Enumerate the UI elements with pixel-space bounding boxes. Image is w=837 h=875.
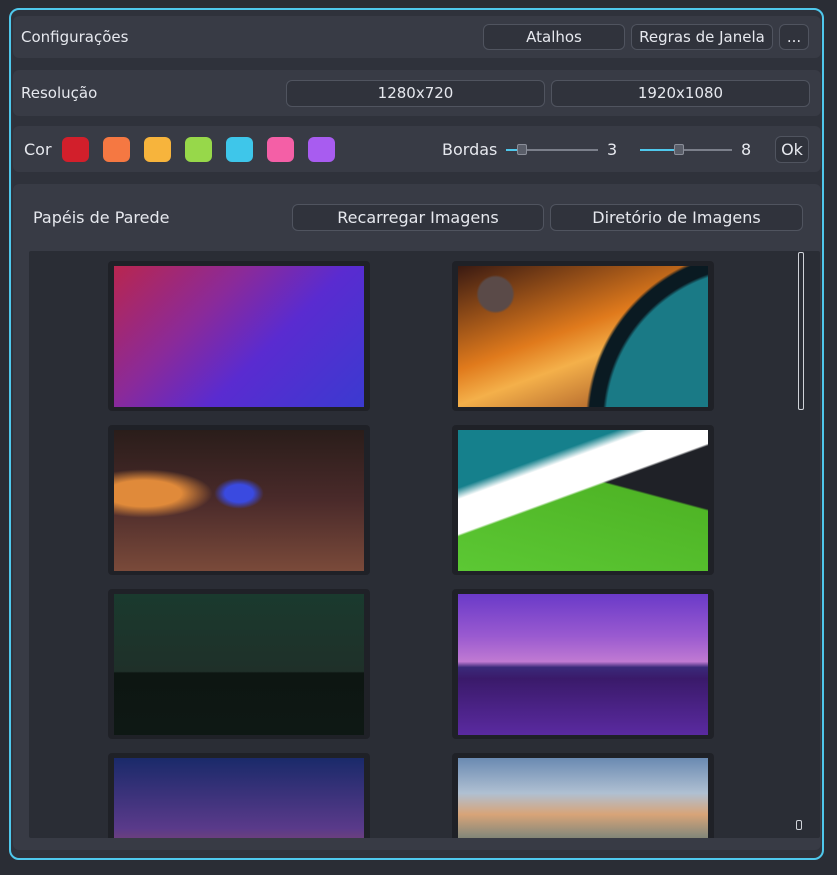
- border-radius-slider-fill: [640, 149, 679, 151]
- wallpaper-thumbnail[interactable]: [108, 425, 370, 575]
- color-swatch[interactable]: [267, 137, 294, 162]
- wallpaper-thumbnail[interactable]: [452, 589, 714, 739]
- wallpaper-image: [458, 266, 708, 407]
- wallpapers-label: Papéis de Parede: [33, 208, 170, 227]
- wallpaper-image: [114, 430, 364, 571]
- color-label: Cor: [24, 140, 52, 159]
- color-swatch[interactable]: [62, 137, 89, 162]
- page-title: Configurações: [21, 28, 129, 46]
- shortcuts-button[interactable]: Atalhos: [483, 24, 625, 50]
- border-width-slider[interactable]: [516, 144, 527, 155]
- color-swatch[interactable]: [226, 137, 253, 162]
- border-radius-value: 8: [741, 140, 752, 159]
- color-swatch[interactable]: [185, 137, 212, 162]
- wallpaper-image: [458, 594, 708, 735]
- gallery-scrollbar-end: [796, 820, 802, 830]
- wallpaper-thumbnail[interactable]: [108, 261, 370, 411]
- wallpaper-image: [114, 266, 364, 407]
- resolution-1080-button[interactable]: 1920x1080: [551, 80, 810, 107]
- window-rules-button[interactable]: Regras de Janela: [631, 24, 773, 50]
- reload-images-button[interactable]: Recarregar Imagens: [292, 204, 544, 231]
- color-swatch[interactable]: [144, 137, 171, 162]
- resolution-720-button[interactable]: 1280x720: [286, 80, 545, 107]
- ok-button[interactable]: Ok: [775, 136, 809, 163]
- wallpaper-thumbnail[interactable]: [452, 425, 714, 575]
- wallpaper-image: [114, 594, 364, 735]
- wallpaper-image: [458, 430, 708, 571]
- wallpaper-thumbnail[interactable]: [108, 589, 370, 739]
- color-swatch[interactable]: [103, 137, 130, 162]
- images-directory-button[interactable]: Diretório de Imagens: [550, 204, 803, 231]
- wallpaper-gallery[interactable]: [29, 251, 820, 838]
- border-width-value: 3: [607, 140, 618, 159]
- border-radius-slider[interactable]: [673, 144, 684, 155]
- color-swatch[interactable]: [308, 137, 335, 162]
- gallery-scrollbar-thumb[interactable]: [798, 252, 804, 410]
- wallpaper-image: [458, 758, 708, 838]
- more-button[interactable]: ...: [779, 24, 809, 50]
- wallpaper-thumbnail[interactable]: [108, 753, 370, 838]
- wallpaper-thumbnail[interactable]: [452, 261, 714, 411]
- resolution-label: Resolução: [21, 84, 98, 102]
- wallpaper-thumbnail[interactable]: [452, 753, 714, 838]
- wallpaper-image: [114, 758, 364, 838]
- borders-label: Bordas: [442, 140, 498, 159]
